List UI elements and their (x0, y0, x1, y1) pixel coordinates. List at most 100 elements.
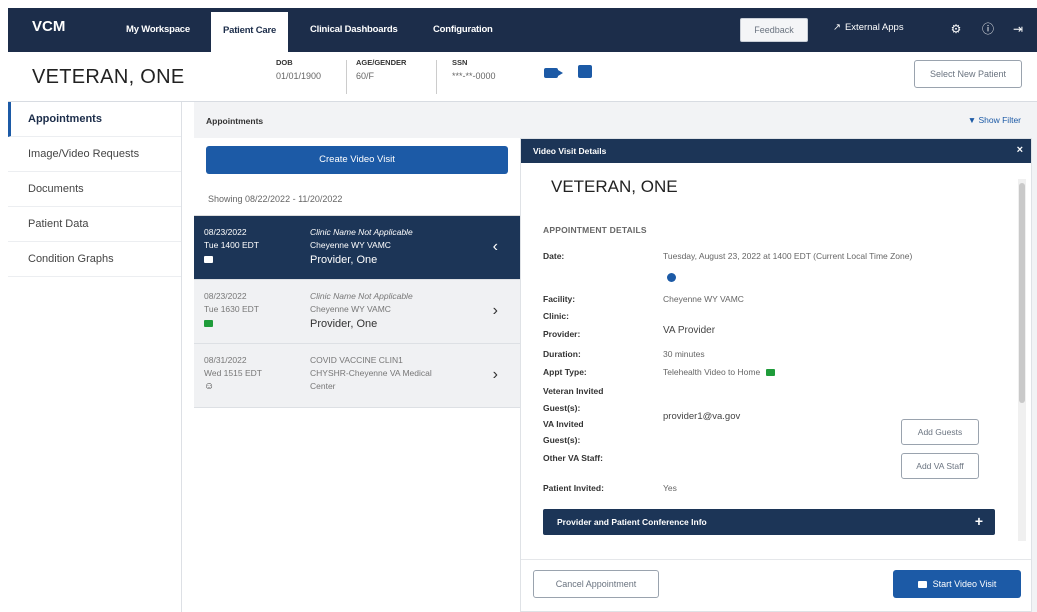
people-icon: ☺ (204, 381, 215, 392)
ssn-value: ***-**-0000 (452, 71, 496, 81)
appointment-facility: Cheyenne WY VAMC (310, 240, 391, 250)
details-title: Video Visit Details (533, 146, 607, 156)
app-brand[interactable]: VCM (32, 18, 65, 35)
appointment-time: Wed 1515 EDT (204, 368, 262, 378)
cancel-appointment-button[interactable]: Cancel Appointment (533, 570, 659, 598)
select-new-patient-button[interactable]: Select New Patient (914, 60, 1022, 88)
date-value: Tuesday, August 23, 2022 at 1400 EDT (Cu… (663, 251, 913, 261)
close-icon[interactable]: × (1017, 144, 1023, 156)
briefcase-icon[interactable] (578, 65, 592, 78)
appointment-row[interactable]: 08/23/2022 Tue 1400 EDT Clinic Name Not … (194, 216, 520, 280)
tab-my-workspace[interactable]: My Workspace (126, 8, 190, 52)
scrollbar-thumb[interactable] (1019, 183, 1025, 403)
appointment-facility: CHYSHR-Cheyenne VA Medical (310, 368, 432, 378)
appointment-provider: Provider, One (310, 254, 378, 266)
appointment-time: Tue 1630 EDT (204, 304, 259, 314)
filter-icon: ▼ (967, 115, 977, 125)
appointment-details-heading: APPOINTMENT DETAILS (543, 225, 647, 235)
video-camera-icon (204, 320, 213, 327)
ssn-field: SSN ***-**-0000 (452, 58, 496, 81)
add-guests-button[interactable]: Add Guests (901, 419, 979, 445)
details-patient-name: VETERAN, ONE (551, 177, 678, 196)
sidebar-item-documents[interactable]: Documents (8, 172, 181, 207)
veteran-invited-label: Veteran Invited (543, 386, 604, 396)
chevron-right-icon[interactable]: › (493, 302, 498, 320)
create-video-visit-button[interactable]: Create Video Visit (206, 146, 508, 174)
video-camera-icon (917, 581, 927, 589)
conference-info-label: Provider and Patient Conference Info (557, 517, 707, 527)
appointment-info: COVID VACCINE CLIN1 CHYSHR-Cheyenne VA M… (310, 354, 470, 393)
logout-icon[interactable]: ⇥ (1010, 21, 1026, 37)
external-apps-label: External Apps (844, 22, 904, 33)
appt-type-text: Telehealth Video to Home (663, 367, 761, 377)
appointment-row[interactable]: 08/23/2022 Tue 1630 EDT Clinic Name Not … (194, 280, 520, 344)
top-nav-bar: VCM My Workspace Patient Care Clinical D… (8, 8, 1037, 52)
help-icon[interactable]: ⓘ (980, 21, 996, 37)
tab-configuration[interactable]: Configuration (433, 8, 493, 52)
clinic-label: Clinic: (543, 311, 569, 321)
appointment-info: Clinic Name Not Applicable Cheyenne WY V… (310, 290, 470, 331)
start-video-visit-button[interactable]: Start Video Visit (893, 570, 1021, 598)
other-va-staff-label: Other VA Staff: (543, 453, 603, 463)
appointment-datetime: 08/23/2022 Tue 1630 EDT (204, 290, 259, 331)
sidebar-item-appointments[interactable]: Appointments (8, 102, 181, 137)
show-filter-link[interactable]: ▼ Show Filter (968, 115, 1021, 125)
sidebar-item-condition-graphs[interactable]: Condition Graphs (8, 242, 181, 277)
gear-icon[interactable]: ⚙ (948, 21, 964, 37)
divider (346, 60, 347, 94)
provider-value: VA Provider (663, 325, 716, 336)
appointment-date: 08/31/2022 (204, 355, 247, 365)
age-gender-label: AGE/GENDER (356, 58, 407, 67)
external-apps-link[interactable]: ↗ External Apps (833, 22, 904, 33)
appointment-datetime: 08/23/2022 Tue 1400 EDT (204, 226, 259, 267)
video-camera-icon[interactable] (544, 68, 558, 78)
appointments-title: Appointments (206, 116, 264, 126)
video-visit-details-panel: Video Visit Details × VETERAN, ONE APPOI… (520, 138, 1032, 612)
patient-name: VETERAN, ONE (32, 66, 185, 88)
appointment-datetime: 08/31/2022 Wed 1515 EDT ☺ (204, 354, 262, 393)
info-icon[interactable] (667, 273, 676, 282)
appointment-clinic: COVID VACCINE CLIN1 (310, 355, 403, 365)
sidebar: Appointments Image/Video Requests Docume… (8, 102, 182, 612)
tab-patient-care[interactable]: Patient Care (211, 8, 289, 52)
tab-clinical-dashboards[interactable]: Clinical Dashboards (310, 8, 398, 52)
dob-value: 01/01/1900 (276, 71, 322, 81)
appointment-date: 08/23/2022 (204, 227, 247, 237)
appointment-time: Tue 1400 EDT (204, 240, 259, 250)
plus-icon: + (974, 513, 983, 529)
appt-type-label: Appt Type: (543, 367, 587, 377)
feedback-button[interactable]: Feedback (740, 18, 808, 42)
sidebar-item-patient-data[interactable]: Patient Data (8, 207, 181, 242)
details-scrollbar[interactable] (1018, 179, 1026, 541)
appointment-row[interactable]: 08/31/2022 Wed 1515 EDT ☺ COVID VACCINE … (194, 344, 520, 408)
appointment-facility: Cheyenne WY VAMC (310, 304, 391, 314)
ssn-label: SSN (452, 58, 468, 67)
details-header: Video Visit Details × (521, 139, 1031, 163)
video-camera-icon (766, 369, 776, 377)
facility-value: Cheyenne WY VAMC (663, 294, 744, 304)
appointment-list: Create Video Visit Showing 08/22/2022 - … (194, 138, 520, 612)
start-video-visit-label: Start Video Visit (932, 579, 997, 589)
patient-invited-label: Patient Invited: (543, 483, 604, 493)
sidebar-item-image-video-requests[interactable]: Image/Video Requests (8, 137, 181, 172)
facility-label: Facility: (543, 294, 576, 304)
duration-value: 30 minutes (663, 349, 705, 359)
appointment-info: Clinic Name Not Applicable Cheyenne WY V… (310, 226, 470, 267)
va-invited-label: VA Invited (543, 419, 584, 429)
va-guest-value: provider1@va.gov (663, 411, 741, 422)
chevron-left-icon[interactable]: ‹ (493, 238, 498, 256)
veteran-guests-label: Guest(s): (543, 403, 581, 413)
chevron-right-icon[interactable]: › (493, 366, 498, 384)
va-guests-label: Guest(s): (543, 435, 581, 445)
appointment-provider: Provider, One (310, 318, 378, 330)
age-gender-value: 60/F (356, 71, 375, 81)
appointment-clinic: Clinic Name Not Applicable (310, 227, 413, 237)
date-label: Date: (543, 251, 565, 261)
conference-info-accordion[interactable]: Provider and Patient Conference Info + (543, 509, 995, 535)
duration-label: Duration: (543, 349, 581, 359)
add-va-staff-button[interactable]: Add VA Staff (901, 453, 979, 479)
patient-header: VETERAN, ONE DOB 01/01/1900 AGE/GENDER 6… (8, 52, 1037, 102)
dob-label: DOB (276, 58, 293, 67)
appointment-clinic: Clinic Name Not Applicable (310, 291, 413, 301)
age-gender-field: AGE/GENDER 60/F (356, 58, 406, 81)
